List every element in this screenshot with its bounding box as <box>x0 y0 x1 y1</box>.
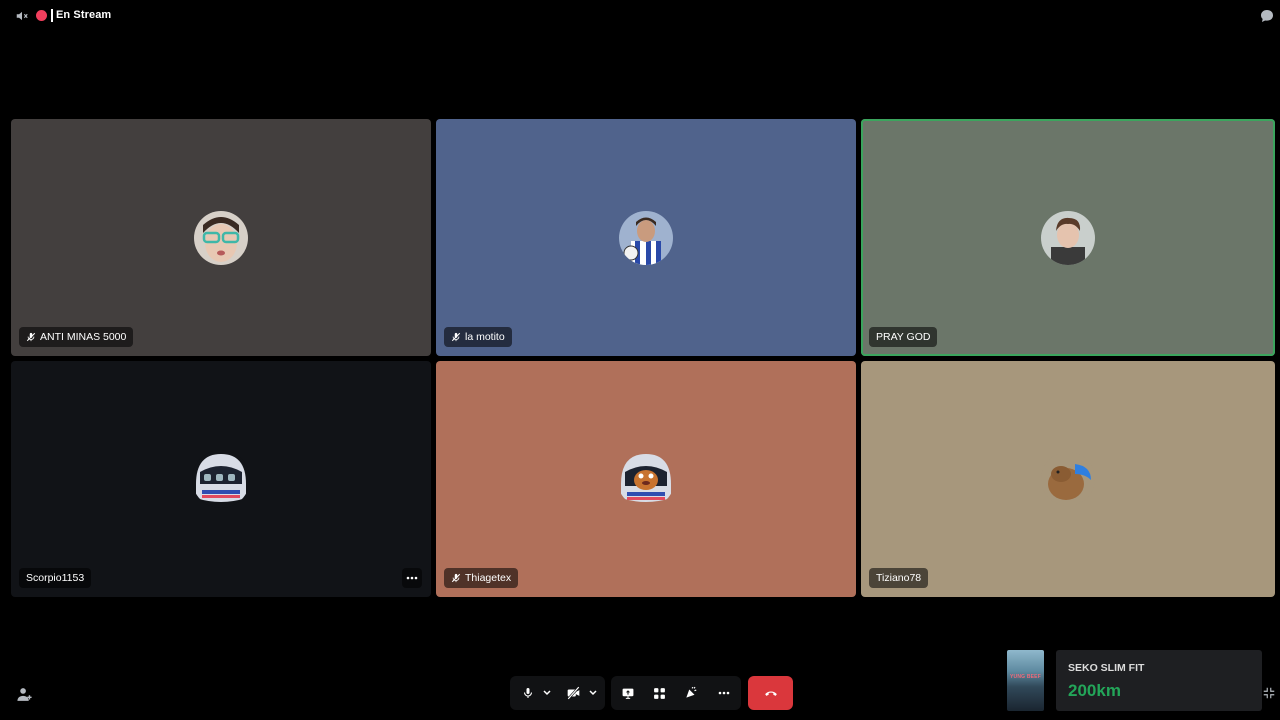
participant-tile[interactable]: Scorpio1153 <box>11 361 431 597</box>
camera-off-icon <box>566 686 580 700</box>
microphone-button[interactable] <box>518 676 538 710</box>
microphone-icon <box>523 688 533 698</box>
add-person-icon[interactable] <box>16 686 33 703</box>
top-bar: En Stream <box>0 0 1280 32</box>
participant-name: la motito <box>465 331 505 343</box>
helmet-avatar <box>192 450 250 508</box>
participant-name: Scorpio1153 <box>26 572 85 584</box>
footballer-avatar <box>619 210 673 265</box>
stream-title: En Stream <box>56 9 112 21</box>
divider <box>51 9 53 22</box>
collapse-icon[interactable] <box>1262 686 1276 700</box>
voice-controls-group <box>510 676 605 710</box>
participant-tile[interactable]: Thiagetex <box>436 361 856 597</box>
live-indicator <box>36 10 47 21</box>
more-button[interactable] <box>713 676 735 710</box>
song-title: SEKO SLIM FIT <box>1068 662 1145 674</box>
participant-name: Thiagetex <box>465 572 512 584</box>
participant-tile[interactable]: Tiziano78 <box>861 361 1275 597</box>
participant-tile[interactable]: la motito <box>436 119 856 356</box>
screen-share-button[interactable] <box>618 676 638 710</box>
soundboard-button[interactable] <box>681 676 701 710</box>
album-cover: YUNG BEEF <box>1007 650 1044 711</box>
screen-share-icon <box>622 688 634 699</box>
ellipsis-icon <box>406 576 418 580</box>
helmet-character-avatar <box>617 450 675 508</box>
soundboard-icon <box>686 686 697 698</box>
participant-tile[interactable]: PRAY GOD <box>861 119 1275 356</box>
mic-muted-icon <box>451 573 461 583</box>
mic-muted-icon <box>26 332 36 342</box>
capybara-avatar <box>1041 452 1095 506</box>
participant-name-pill: Scorpio1153 <box>19 568 92 588</box>
participant-name-pill: la motito <box>444 327 512 347</box>
activity-controls-group <box>611 676 741 710</box>
ellipsis-icon <box>718 691 730 695</box>
chat-icon[interactable] <box>1259 8 1275 24</box>
participant-tile[interactable]: ANTI MINAS 5000 <box>11 119 431 356</box>
participant-name-pill: PRAY GOD <box>869 327 938 347</box>
chevron-down-icon <box>589 690 597 696</box>
mic-muted-icon <box>451 332 461 342</box>
participant-name-pill: Thiagetex <box>444 568 519 588</box>
participant-name: PRAY GOD <box>876 331 931 343</box>
now-playing-card[interactable]: SEKO SLIM FIT 200km <box>1056 650 1262 711</box>
participant-name-pill: Tiziano78 <box>869 568 929 588</box>
activities-icon <box>653 687 665 699</box>
young-man-avatar <box>1041 210 1095 265</box>
more-options-button[interactable] <box>402 568 422 588</box>
chevron-down-icon <box>543 690 551 696</box>
camera-options-button[interactable] <box>586 676 600 710</box>
participant-name: Tiziano78 <box>876 572 922 584</box>
boy-glasses-avatar <box>194 210 248 265</box>
participant-name: ANTI MINAS 5000 <box>40 331 127 343</box>
speaker-muted-icon[interactable] <box>15 9 29 23</box>
album-cover-text: YUNG BEEF <box>1010 674 1041 680</box>
camera-button[interactable] <box>562 676 584 710</box>
microphone-options-button[interactable] <box>540 676 554 710</box>
hang-up-icon <box>764 691 777 696</box>
disconnect-button[interactable] <box>748 676 793 710</box>
participant-name-pill: ANTI MINAS 5000 <box>19 327 134 347</box>
activities-button[interactable] <box>649 676 669 710</box>
distance-value: 200km <box>1068 681 1121 700</box>
